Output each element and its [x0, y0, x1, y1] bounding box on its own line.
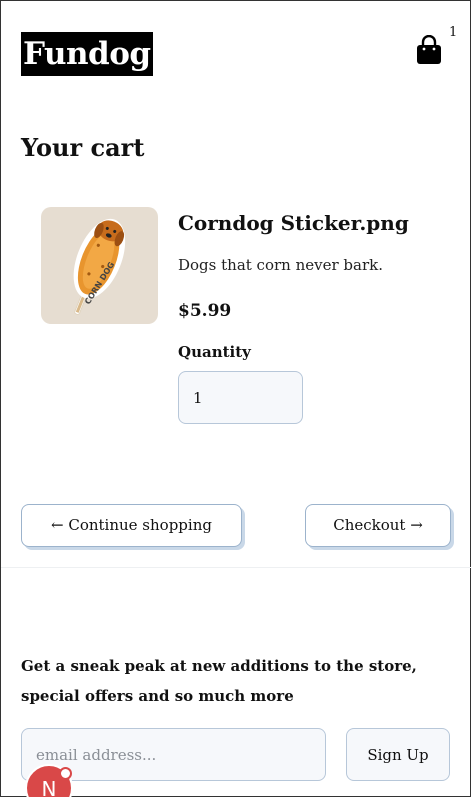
cart-item-image: CORN DOG — [41, 207, 158, 324]
cart-button[interactable]: 1 — [413, 25, 461, 69]
quantity-label: Quantity — [178, 343, 251, 361]
newsletter-text: Get a sneak peak at new additions to the… — [21, 657, 417, 705]
section-divider — [1, 567, 471, 568]
avatar-status-dot — [59, 767, 72, 780]
page-title: Your cart — [21, 133, 145, 162]
cart-item-price: $5.99 — [178, 301, 232, 321]
checkout-button[interactable]: Checkout → — [305, 504, 451, 547]
cart-item-description: Dogs that corn never bark. — [178, 256, 383, 274]
site-header: Fundog 1 — [1, 1, 471, 111]
shopping-bag-icon — [417, 35, 441, 64]
quantity-input[interactable] — [178, 371, 303, 424]
continue-shopping-button[interactable]: ← Continue shopping — [21, 504, 242, 547]
corndog-sticker-image: CORN DOG — [73, 218, 126, 315]
site-logo[interactable]: Fundog — [21, 32, 153, 76]
signup-button[interactable]: Sign Up — [346, 728, 450, 781]
cart-count-badge: 1 — [449, 25, 458, 40]
cart-item-name: Corndog Sticker.png — [178, 211, 409, 235]
